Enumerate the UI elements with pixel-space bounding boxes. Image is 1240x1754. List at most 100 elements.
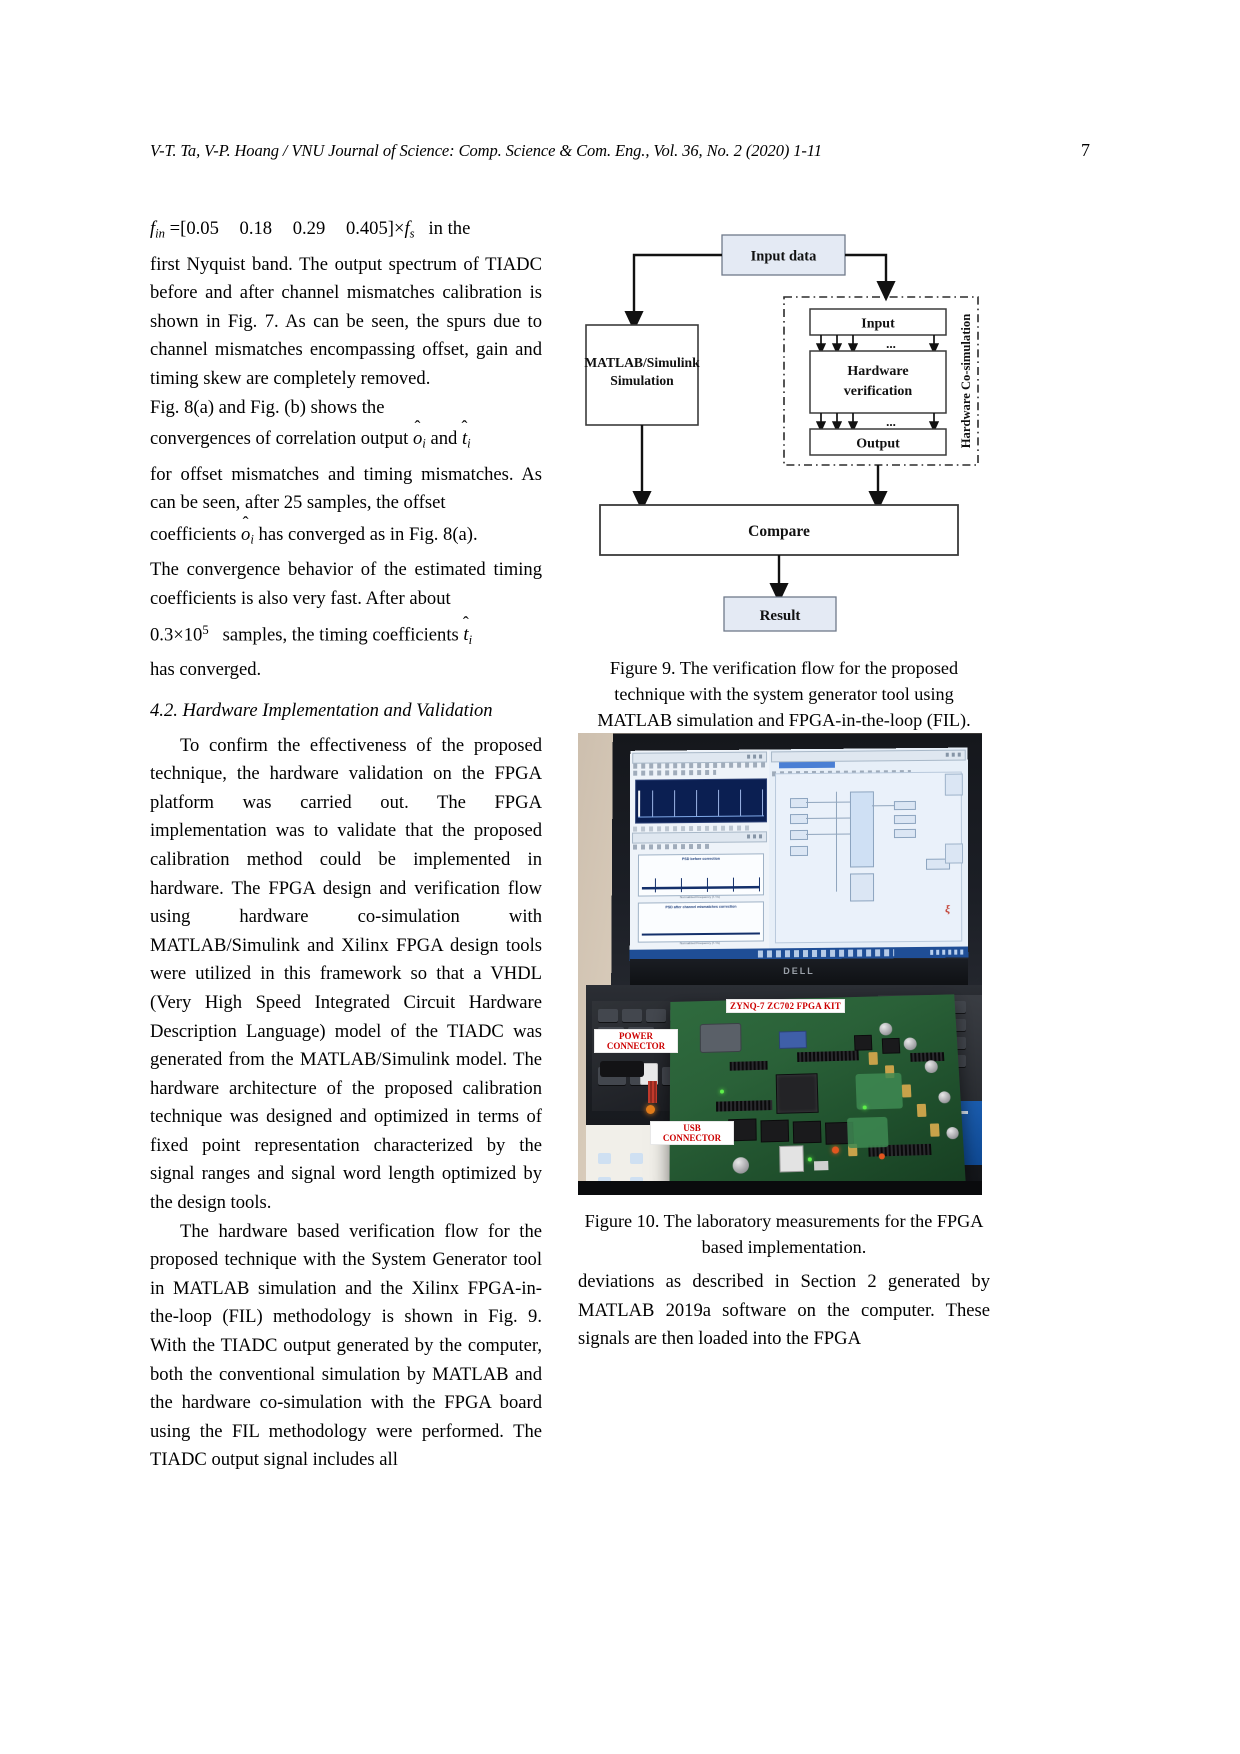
block-matlab-line1: MATLAB/Simulink — [584, 355, 700, 370]
sim-block-7 — [894, 829, 916, 838]
eq-v4: 0.405]× — [346, 218, 405, 239]
pin-header-1 — [797, 1051, 859, 1062]
matlab-logo-icon: ξ — [945, 904, 950, 916]
p2-text-c: and — [430, 428, 457, 449]
screen-right-pane: ξ — [769, 748, 969, 960]
paragraph-2-line4: coefficients ˆ oi has converged as in Fig… — [150, 518, 542, 557]
blue-connector — [779, 1031, 807, 1049]
p2-text-e: coefficients — [150, 524, 236, 545]
page-number: 7 — [1081, 140, 1090, 161]
running-head: V-T. Ta, V-P. Hoang / VNU Journal of Sci… — [150, 140, 1090, 161]
desk-front-edge — [578, 1181, 982, 1195]
eq-f-s-sub: s — [410, 227, 415, 241]
taskbar-tray — [930, 950, 964, 955]
memory-chip-3 — [793, 1121, 822, 1144]
annotation-power-connector: POWER CONNECTOR — [594, 1029, 678, 1053]
led-power-indicator — [646, 1105, 655, 1114]
symbol-o-hat-2: ˆo — [241, 518, 250, 551]
paragraph-1: first Nyquist band. The output spectrum … — [150, 251, 542, 394]
sim-block-mux — [850, 791, 874, 867]
laptop-screen: PSD before correction Normalized Frequen… — [630, 748, 969, 961]
block-compare-label: Compare — [748, 523, 810, 540]
num-exp: 5 — [202, 623, 208, 637]
laptop-bottom-bezel: DELL — [630, 959, 968, 985]
block-output-label: Output — [856, 437, 900, 452]
sim-block-3 — [790, 830, 808, 840]
sim-block-6 — [894, 815, 916, 824]
simulink-model-tab — [779, 762, 835, 769]
small-chip-2 — [882, 1038, 901, 1054]
annotation-usb-connector: USB CONNECTOR — [650, 1121, 734, 1145]
red-jumper-wires — [648, 1081, 657, 1103]
p2-text-f: has converged as in Fig. 8(a). — [259, 524, 478, 545]
power-cable — [600, 1061, 644, 1077]
paragraph-2-line5: The convergence behavior of the estimate… — [150, 556, 542, 613]
spectrum-trace — [638, 789, 764, 817]
led-green-3 — [808, 1157, 812, 1161]
paragraph-3: To confirm the effectiveness of the prop… — [150, 732, 542, 1218]
paragraph-2-line2: convergences of correlation output ˆ oi a… — [150, 422, 542, 461]
arrow-input-to-hw — [845, 255, 886, 291]
paragraph-2-line1: Fig. 8(a) and Fig. (b) shows the — [150, 394, 542, 423]
psd-before-axis-label: Normalized Frequency (f / fs) — [638, 894, 762, 899]
screen-left-pane: PSD before correction Normalized Frequen… — [630, 749, 770, 960]
eq-v2: 0.18 — [240, 218, 273, 239]
block-input-data-label: Input data — [751, 249, 817, 265]
annotation-fpga-kit: ZYNQ-7 ZC702 FPGA KIT — [726, 999, 845, 1013]
memory-chip-2 — [760, 1120, 789, 1143]
toolbar-row-2 — [633, 770, 716, 776]
paragraph-4: The hardware based verification flow for… — [150, 1218, 542, 1475]
section-heading-4-2: 4.2. Hardware Implementation and Validat… — [150, 697, 542, 726]
simulink-canvas — [775, 772, 963, 944]
zynq-soc-chip — [776, 1073, 819, 1114]
dell-logo: DELL — [630, 966, 968, 976]
heatsink — [700, 1023, 742, 1053]
right-paragraph-tail: deviations as described in Section 2 gen… — [578, 1268, 990, 1354]
figure-9-caption: Figure 9. The verification flow for the … — [578, 655, 990, 733]
sim-block-5 — [894, 801, 916, 810]
figure-10-photo: PSD before correction Normalized Frequen… — [578, 733, 982, 1195]
eq-f-in-sub: in — [155, 227, 165, 241]
led-green-1 — [720, 1090, 724, 1094]
pin-header-3 — [716, 1100, 772, 1111]
eq-tail: in the — [429, 218, 471, 239]
psd-before-title: PSD before correction — [639, 856, 763, 861]
psd-after-trace — [642, 927, 760, 937]
window-titlebar-2 — [632, 831, 767, 843]
led-green-4 — [863, 1105, 867, 1109]
ethernet-jack — [779, 1145, 804, 1172]
block-matlab-line2: Simulation — [610, 373, 674, 388]
psd-after-plot: PSD after channel mismatches correction — [638, 901, 764, 942]
sim-wire-3 — [806, 834, 850, 835]
eq-open: =[0.05 — [170, 218, 219, 239]
sim-wire-1 — [806, 802, 850, 803]
psd-before-plot: PSD before correction — [638, 853, 764, 896]
psd-after-title: PSD after channel mismatches correction — [639, 904, 763, 909]
p2-text-b: convergences of correlation output — [150, 428, 408, 449]
left-column: fin =[0.05 0.18 0.29 0.405]×fs in the fi… — [150, 212, 542, 1475]
running-head-citation: V-T. Ta, V-P. Hoang / VNU Journal of Sci… — [150, 141, 822, 161]
simulink-titlebar — [771, 750, 966, 763]
figure-9-svg: Hardware Co-simulation Input data MATLAB… — [578, 225, 990, 645]
right-column-bottom: deviations as described in Section 2 gen… — [578, 1268, 990, 1354]
block-result-label: Result — [760, 608, 801, 624]
sim-wire-4 — [872, 805, 894, 806]
photo-content: PSD before correction Normalized Frequen… — [578, 733, 982, 1195]
fpga-board — [669, 994, 965, 1190]
paragraph-2-line7: has converged. — [150, 656, 542, 685]
block-hw-line1: Hardware — [847, 364, 908, 379]
sim-bus — [836, 792, 837, 892]
block-hw-line2: verification — [844, 384, 913, 399]
pin-header-2 — [730, 1061, 768, 1071]
symbol-t-hat-2: ˆt — [463, 618, 468, 651]
paragraph-2-line6: 0.3×105 samples, the timing coefficients… — [150, 614, 542, 657]
paper-page: V-T. Ta, V-P. Hoang / VNU Journal of Sci… — [0, 0, 1240, 1754]
symbol-o-hat-1: ˆo — [413, 422, 422, 455]
sim-wire-2 — [806, 818, 850, 819]
arrow-input-to-matlab — [634, 255, 722, 321]
usb-port — [814, 1161, 829, 1171]
block-hardware-verification — [810, 351, 946, 413]
small-chip-1 — [854, 1035, 872, 1051]
block-input-label: Input — [861, 317, 895, 332]
figure-10-caption: Figure 10. The laboratory measurements f… — [578, 1208, 990, 1260]
